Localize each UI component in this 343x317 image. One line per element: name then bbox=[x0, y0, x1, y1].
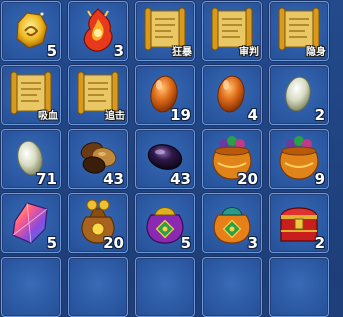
inventory-slot-treasure-pot[interactable]: 20 bbox=[202, 129, 262, 189]
inventory-slot-rune-stone[interactable]: 5 bbox=[1, 1, 61, 61]
item-count: 2 bbox=[314, 234, 325, 252]
inventory-slot-treasure-pot[interactable]: 9 bbox=[269, 129, 329, 189]
inventory-slot-empty[interactable] bbox=[68, 257, 128, 317]
scroll-effect-label: 追击 bbox=[105, 111, 125, 122]
scroll-effect-label: 狂暴 bbox=[172, 47, 192, 58]
inventory-slot-pale-egg[interactable]: 2 bbox=[269, 65, 329, 125]
inventory-slot-orange-egg[interactable]: 4 bbox=[202, 65, 262, 125]
inventory-slot-dark-bean[interactable]: 43 bbox=[135, 129, 195, 189]
inventory-slot-orange-egg[interactable]: 19 bbox=[135, 65, 195, 125]
inventory-slot-rainbow-crystal[interactable]: 5 bbox=[1, 193, 61, 253]
inventory-slot-empty[interactable] bbox=[269, 257, 329, 317]
inventory-slot-scroll-pursuit[interactable]: 追击 bbox=[68, 65, 128, 125]
inventory-slot-scroll-rage[interactable]: 狂暴 bbox=[135, 1, 195, 61]
item-count: 5 bbox=[180, 234, 191, 252]
inventory-slot-empty[interactable] bbox=[135, 257, 195, 317]
inventory-slot-brown-beans[interactable]: 43 bbox=[68, 129, 128, 189]
item-count: 5 bbox=[46, 42, 57, 60]
item-count: 43 bbox=[170, 170, 191, 188]
item-count: 20 bbox=[103, 234, 124, 252]
inventory-slot-treasure-chest[interactable]: 2 bbox=[269, 193, 329, 253]
inventory-slot-empty[interactable] bbox=[1, 257, 61, 317]
item-count: 19 bbox=[170, 106, 191, 124]
item-count: 2 bbox=[314, 106, 325, 124]
inventory-slot-pale-egg[interactable]: 71 bbox=[1, 129, 61, 189]
inventory-slot-orange-bag[interactable]: 3 bbox=[202, 193, 262, 253]
inventory-slot-flame-crest[interactable]: 3 bbox=[68, 1, 128, 61]
item-count: 4 bbox=[247, 106, 258, 124]
item-count: 3 bbox=[113, 42, 124, 60]
item-count: 43 bbox=[103, 170, 124, 188]
inventory-slot-purple-bag[interactable]: 5 bbox=[135, 193, 195, 253]
scroll-effect-label: 吸血 bbox=[38, 111, 58, 122]
item-count: 3 bbox=[247, 234, 258, 252]
inventory-slot-scroll-stealth[interactable]: 隐身 bbox=[269, 1, 329, 61]
item-count: 20 bbox=[237, 170, 258, 188]
scroll-effect-label: 审判 bbox=[239, 47, 259, 58]
item-count: 9 bbox=[314, 170, 325, 188]
scroll-effect-label: 隐身 bbox=[306, 47, 326, 58]
inventory-slot-scroll-lifesteal[interactable]: 吸血 bbox=[1, 65, 61, 125]
inventory-slot-money-bag[interactable]: 20 bbox=[68, 193, 128, 253]
inventory-slot-empty[interactable] bbox=[202, 257, 262, 317]
inventory-grid: 5 3 狂暴 审判 隐身 吸血 追击 19 4 2 71 43 43 20 9 … bbox=[0, 0, 343, 317]
item-count: 71 bbox=[36, 170, 57, 188]
item-count: 5 bbox=[46, 234, 57, 252]
inventory-slot-scroll-judgment[interactable]: 审判 bbox=[202, 1, 262, 61]
